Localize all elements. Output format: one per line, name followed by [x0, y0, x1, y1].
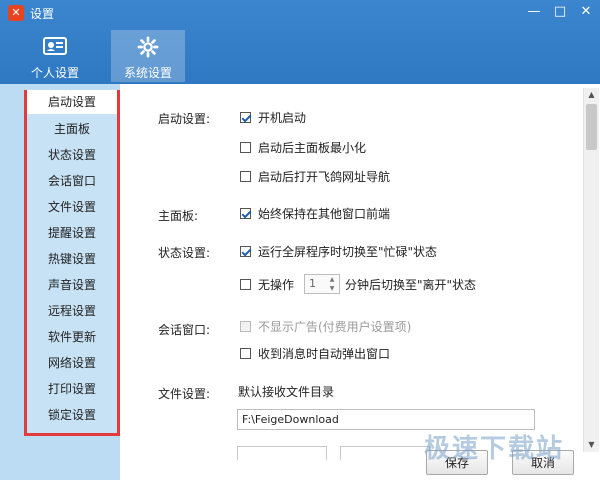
sidebar-item-panel[interactable]: 主面板	[27, 117, 117, 141]
change-dir-button-partial[interactable]	[237, 446, 327, 460]
tab-system-settings[interactable]: 系统设置	[111, 30, 185, 82]
section-label-panel: 主面板:	[158, 209, 199, 223]
checkbox-hide-ads	[240, 321, 251, 332]
option-label-idle-suffix: 分钟后切换至"离开"状态	[345, 278, 477, 292]
option-label-hide-ads: 不显示广告(付费用户设置项)	[258, 320, 412, 334]
option-label-always-on-top: 始终保持在其他窗口前端	[258, 207, 391, 221]
scroll-down-icon[interactable]: ▼	[584, 438, 599, 452]
sidebar-item-remote[interactable]: 远程设置	[27, 299, 117, 323]
receive-dir-input[interactable]: F:\FeigeDownload	[237, 409, 535, 430]
sidebar-item-lock[interactable]: 锁定设置	[27, 403, 117, 427]
option-label-autostart: 开机启动	[258, 111, 307, 125]
close-icon[interactable]: ✕	[573, 2, 599, 22]
checkbox-idle-away[interactable]	[240, 279, 251, 290]
sidebar-item-chat[interactable]: 会话窗口	[27, 169, 117, 193]
sidebar-item-status[interactable]: 状态设置	[27, 143, 117, 167]
tab-system-label: 系统设置	[123, 66, 172, 80]
section-label-startup: 启动设置:	[158, 112, 211, 126]
option-label-open-nav: 启动后打开飞鸽网址导航	[258, 170, 391, 184]
option-label-busy-fullscreen: 运行全屏程序时切换至"忙碌"状态	[258, 245, 438, 259]
idle-minutes-value: 1	[309, 277, 316, 290]
open-dir-button-partial[interactable]	[340, 446, 430, 460]
sidebar-item-file[interactable]: 文件设置	[27, 195, 117, 219]
sidebar-item-startup[interactable]: 启动设置	[27, 90, 117, 114]
checkbox-busy-fullscreen[interactable]	[240, 246, 251, 257]
section-label-status: 状态设置:	[158, 246, 211, 260]
window-title: 设置	[30, 7, 55, 21]
receive-dir-label: 默认接收文件目录	[238, 385, 335, 399]
feige-logo-icon: ✕	[8, 5, 24, 21]
option-label-minimize-panel: 启动后主面板最小化	[258, 141, 367, 155]
sidebar-item-reminder[interactable]: 提醒设置	[27, 221, 117, 245]
checkbox-always-on-top[interactable]	[240, 208, 251, 219]
section-label-chat: 会话窗口:	[158, 323, 211, 337]
idle-minutes-stepper[interactable]: 1 ▲ ▼	[304, 274, 340, 294]
checkbox-autostart[interactable]	[240, 112, 251, 123]
scroll-up-icon[interactable]: ▲	[584, 88, 599, 102]
id-card-icon	[43, 37, 67, 55]
sidebar-item-print[interactable]: 打印设置	[27, 377, 117, 401]
tab-personal-label: 个人设置	[30, 66, 79, 80]
site-watermark: 极速下载站	[424, 434, 565, 464]
tab-personal-settings[interactable]: 个人设置	[18, 30, 92, 82]
checkbox-open-nav[interactable]	[240, 171, 251, 182]
spin-up-icon[interactable]: ▲	[327, 276, 337, 284]
scroll-thumb[interactable]	[586, 104, 597, 150]
maximize-icon[interactable]: □	[547, 2, 573, 22]
section-label-file: 文件设置:	[158, 387, 211, 401]
sidebar-item-hotkey[interactable]: 热键设置	[27, 247, 117, 271]
checkbox-popup-on-message[interactable]	[240, 348, 251, 359]
content-scrollbar[interactable]: ▲ ▼	[583, 88, 599, 452]
title-bar: ✕ 设置 — □ ✕ 个人设置 系统设置	[0, 0, 600, 84]
minimize-icon[interactable]: —	[521, 2, 547, 22]
sidebar-item-sound[interactable]: 声音设置	[27, 273, 117, 297]
spin-down-icon[interactable]: ▼	[327, 285, 337, 293]
checkbox-minimize-panel[interactable]	[240, 142, 251, 153]
gear-icon	[137, 36, 159, 58]
option-label-idle: 无操作	[258, 278, 295, 292]
option-label-popup-on-message: 收到消息时自动弹出窗口	[258, 347, 391, 361]
sidebar-item-update[interactable]: 软件更新	[27, 325, 117, 349]
sidebar-item-network[interactable]: 网络设置	[27, 351, 117, 375]
